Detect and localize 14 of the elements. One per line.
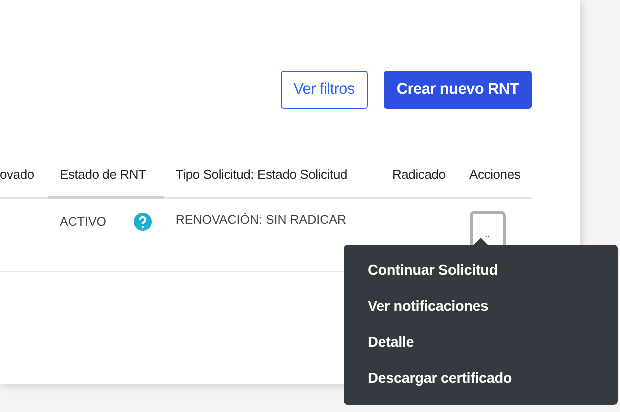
status-text: ACTIVO (60, 215, 107, 229)
column-header: Estado de RNT (48, 152, 164, 198)
column-header: ovado (0, 152, 48, 198)
column-header: Acciones (458, 152, 532, 198)
menu-item[interactable]: Ver notificaciones (368, 289, 488, 325)
menu-item[interactable]: Continuar Solicitud (368, 253, 498, 289)
menu-item[interactable]: Detalle (368, 325, 414, 361)
column-header: Radicado (380, 152, 458, 198)
create-button[interactable]: Crear nuevo RNT (384, 71, 532, 109)
table-cell: RENOVACIÓN: SIN RADICAR (176, 212, 347, 226)
menu-item[interactable]: Descargar certificado (368, 361, 512, 397)
column-header: Tipo Solicitud: Estado Solicitud (164, 152, 380, 198)
filter-button[interactable]: Ver filtros (280, 71, 368, 109)
help-icon[interactable] (134, 213, 152, 231)
